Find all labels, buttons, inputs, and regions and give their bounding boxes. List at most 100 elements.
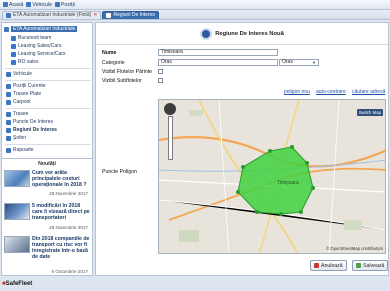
- sidebar-item-leasing-service[interactable]: Leasing Service/Cars: [11, 51, 66, 57]
- tab-regions-label: Regiuni De Interes: [113, 12, 155, 18]
- sidebar-item-label: RO sales: [18, 59, 39, 65]
- nav-vehicles-label: Vehicule: [32, 1, 53, 8]
- nav-positions[interactable]: Poziții: [55, 2, 75, 8]
- news-headline[interactable]: Din 2018 companiile de transport cu risc…: [32, 236, 90, 260]
- sidebar-item-ro-sales[interactable]: RO sales: [11, 59, 39, 65]
- new-polygon-link[interactable]: poligon nou: [284, 89, 310, 95]
- news-thumbnail: [4, 170, 30, 187]
- tab-fleet-label: ETA Automatizari Industriale (Flotă): [13, 12, 92, 18]
- driver-icon: [6, 135, 11, 141]
- switch-map-button[interactable]: Switch Map: [356, 109, 383, 116]
- sidebar-item-bucuresti[interactable]: Bucuresti team: [11, 35, 51, 41]
- sidebar-item-label: Vehicule: [13, 71, 32, 77]
- polygon-points-label: Puncte Poligon: [102, 169, 137, 175]
- page-title: Regiune De Interes Nouă: [215, 30, 284, 37]
- region-icon: [106, 12, 112, 18]
- news-thumbnail: [4, 236, 30, 253]
- folder-icon: [11, 35, 16, 41]
- name-label: Nume: [102, 50, 117, 56]
- sidebar-item-label: Poziții Curente: [13, 83, 46, 89]
- sidebar-item-vehicles[interactable]: Vehicule: [6, 71, 32, 77]
- sidebar-item-leasing-sales[interactable]: Leasing Sales/Cars: [11, 43, 61, 49]
- logo-text: SafeFleet: [5, 281, 33, 287]
- category-field[interactable]: Oras: [158, 59, 278, 66]
- form-header: Regiune De Interes Nouă: [96, 23, 388, 45]
- poi-icon: [6, 119, 11, 125]
- sidebar-item-fleet[interactable]: ETA Automatizari Industriale: [4, 26, 78, 32]
- sidebar-item-current-positions[interactable]: Poziții Curente: [6, 83, 46, 89]
- chevron-down-icon: ▼: [312, 60, 316, 65]
- category-select-value: Oras: [282, 59, 293, 65]
- divider: [5, 144, 91, 145]
- tab-fleet[interactable]: ETA Automatizari Industriale (Flotă) ✕: [2, 10, 102, 19]
- map-pin-icon: [55, 2, 61, 7]
- news-headline[interactable]: Cum vor arăta principalele costuri opera…: [32, 170, 90, 188]
- sidebar-item-carpool[interactable]: Carpool: [6, 99, 31, 105]
- name-field[interactable]: Timisoara: [158, 49, 278, 56]
- region-icon: [200, 27, 213, 40]
- folder-icon: [6, 12, 11, 18]
- parent-fleets-checkbox[interactable]: [158, 69, 163, 74]
- subfleets-checkbox[interactable]: [158, 78, 163, 83]
- map-place-label: Timișoara: [277, 180, 299, 186]
- cancel-button-label: Anulează: [321, 262, 343, 269]
- zoom-slider[interactable]: [168, 116, 173, 160]
- save-button-label: Salvează: [363, 262, 385, 269]
- divider: [5, 80, 91, 81]
- category-select[interactable]: Oras ▼: [279, 59, 319, 66]
- sidebar-item-label: ETA Automatizari Industriale: [11, 26, 78, 32]
- sidebar-item-label: Leasing Sales/Cars: [18, 43, 62, 49]
- map-canvas[interactable]: Timișoara Switch Map © OpenStreetMap con…: [158, 99, 386, 254]
- truck-icon: [6, 71, 11, 77]
- folder-icon: [11, 51, 16, 57]
- divider: [5, 108, 91, 109]
- region-form: Regiune De Interes Nouă Nume Timisoara C…: [95, 22, 389, 276]
- home-icon: [3, 2, 8, 7]
- divider: [5, 68, 91, 69]
- car-icon: [6, 99, 11, 105]
- sidebar-item-reports[interactable]: Rapoarte: [6, 147, 34, 153]
- sidebar-item-label: Rapoarte: [13, 147, 34, 153]
- sidebar: ETA Automatizari Industriale Bucuresti t…: [1, 22, 93, 276]
- check-icon: [356, 263, 361, 268]
- news-item[interactable]: Din 2018 companiile de transport cu risc…: [4, 236, 90, 274]
- logo: ■SafeFleet: [2, 281, 32, 287]
- sidebar-menu: ETA Automatizari Industriale Bucuresti t…: [2, 23, 92, 153]
- sidebar-item-label: Carpool: [13, 99, 31, 105]
- nav-home-label: Acasă: [9, 1, 24, 8]
- news-item[interactable]: Cum vor arăta principalele costuri opera…: [4, 170, 90, 198]
- cancel-button[interactable]: Anulează: [310, 260, 347, 271]
- pan-control-icon[interactable]: [164, 103, 176, 115]
- category-label: Categorie: [102, 60, 125, 66]
- nav-home[interactable]: Acasă: [3, 2, 23, 8]
- truck-icon: [26, 2, 32, 7]
- folder-icon: [11, 59, 16, 65]
- sidebar-item-plate-routes[interactable]: Trasee Plate: [6, 91, 41, 97]
- sidebar-item-label: Puncte De Interes: [13, 119, 54, 125]
- address-search-link[interactable]: căutare adresă: [352, 89, 385, 95]
- folder-icon: [11, 43, 16, 49]
- news-item[interactable]: 5 modificări în 2018 care îi vizează dir…: [4, 203, 90, 231]
- region-polygon[interactable]: Timișoara: [159, 100, 386, 254]
- close-icon[interactable]: ✕: [93, 12, 97, 18]
- sidebar-item-drivers[interactable]: Șoferi: [6, 135, 26, 141]
- sidebar-item-label: Șoferi: [13, 135, 27, 141]
- sidebar-item-poi[interactable]: Puncte De Interes: [6, 119, 53, 125]
- route-icon: [6, 91, 11, 97]
- news-headline[interactable]: 5 modificări în 2018 care îi vizează dir…: [32, 203, 90, 221]
- tab-bar: ETA Automatizari Industriale (Flotă) ✕ R…: [0, 10, 390, 20]
- map-attribution: © OpenStreetMap contributors: [326, 246, 383, 251]
- tab-regions[interactable]: Regiuni De Interes: [102, 10, 159, 19]
- close-icon: [314, 263, 319, 268]
- sidebar-item-regions[interactable]: Regiuni De Interes: [6, 127, 57, 133]
- sidebar-item-label: Trasee Plate: [13, 91, 42, 97]
- sidebar-item-label: Regiuni De Interes: [13, 127, 57, 133]
- save-button[interactable]: Salvează: [352, 260, 389, 271]
- news-date: 9 Octombrie 2017: [51, 269, 88, 274]
- news-date: 28 Noiembrie 2017: [49, 191, 88, 196]
- nav-vehicles[interactable]: Vehicule: [26, 2, 52, 8]
- route-icon: [6, 111, 11, 117]
- news-panel: Noutăți Cum vor arăta principalele costu…: [2, 158, 92, 276]
- sidebar-item-routes[interactable]: Trasee: [6, 111, 28, 117]
- auto-center-link[interactable]: auto-centrare: [316, 89, 346, 95]
